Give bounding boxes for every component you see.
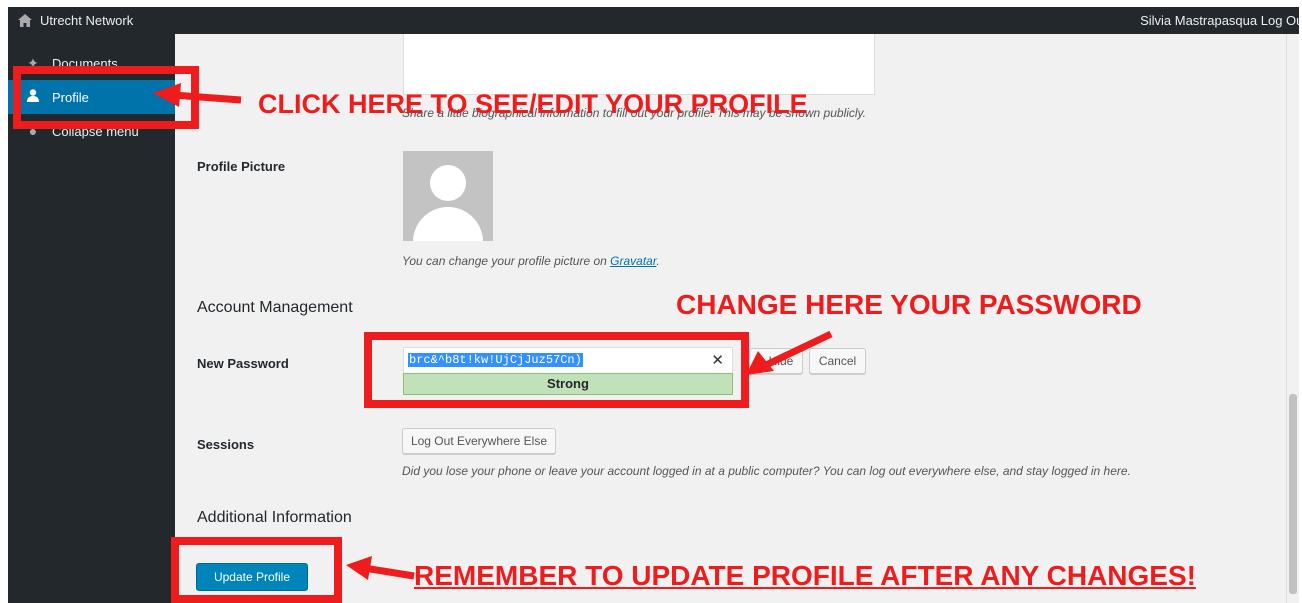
update-annotation: REMEMBER TO UPDATE PROFILE AFTER ANY CHA… bbox=[414, 560, 1196, 591]
sessions-description: Did you lose your phone or leave your ac… bbox=[402, 464, 1131, 478]
biographical-info-textarea[interactable] bbox=[403, 34, 875, 95]
gravatar-link[interactable]: Gravatar bbox=[610, 254, 656, 268]
password-highlight-box bbox=[364, 332, 749, 408]
site-link[interactable]: Utrecht Network bbox=[18, 13, 133, 28]
password-annotation: CHANGE HERE YOUR PASSWORD bbox=[676, 289, 1142, 320]
avatar-body bbox=[413, 207, 483, 241]
profile-picture-label: Profile Picture bbox=[197, 159, 286, 174]
avatar bbox=[403, 151, 493, 241]
admin-bar: Utrecht Network Silvia Mastrapasqua Log … bbox=[8, 7, 1299, 34]
log-out-everywhere-else-button[interactable]: Log Out Everywhere Else bbox=[402, 428, 556, 454]
user-account-link[interactable]: Silvia Mastrapasqua Log Out bbox=[1140, 13, 1299, 28]
new-password-label: New Password bbox=[197, 356, 289, 371]
scrollbar-thumb[interactable] bbox=[1289, 394, 1297, 594]
profile-picture-description: You can change your profile picture on G… bbox=[402, 254, 660, 268]
screenshot: Utrecht Network Silvia Mastrapasqua Log … bbox=[8, 7, 1299, 603]
password-arrow bbox=[746, 330, 833, 375]
description-text: You can change your profile picture on bbox=[402, 254, 611, 268]
site-name: Utrecht Network bbox=[40, 13, 134, 28]
home-icon bbox=[18, 14, 32, 27]
profile-annotation: CLICK HERE TO SEE/EDIT YOUR PROFILE bbox=[258, 89, 808, 119]
sessions-label: Sessions bbox=[197, 437, 255, 452]
update-highlight-box bbox=[171, 537, 342, 603]
description-suffix: . bbox=[656, 254, 660, 268]
profile-arrow bbox=[153, 83, 242, 107]
avatar-head bbox=[430, 165, 466, 201]
update-arrow bbox=[346, 556, 415, 580]
button-label: Log Out Everywhere Else bbox=[410, 434, 548, 448]
additional-information-heading: Additional Information bbox=[197, 509, 352, 526]
account-management-heading: Account Management bbox=[197, 299, 353, 316]
page-scrollbar[interactable] bbox=[1286, 34, 1299, 603]
